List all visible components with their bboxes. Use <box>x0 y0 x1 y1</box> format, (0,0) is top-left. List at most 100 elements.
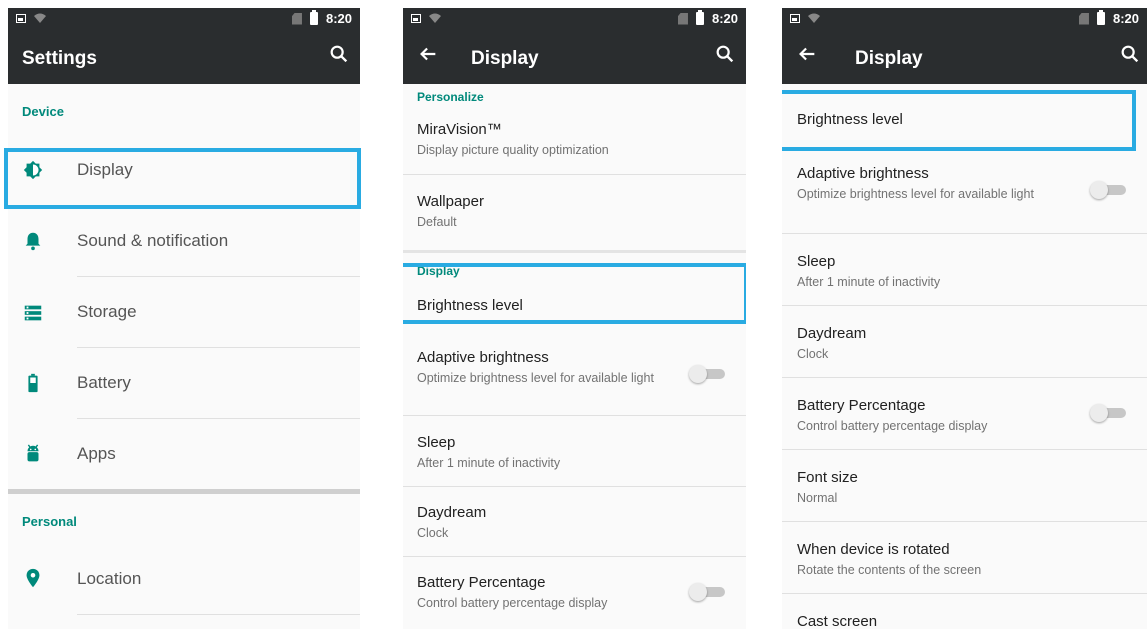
setting-subtitle: Default <box>417 215 457 229</box>
display-settings-screen: 8:20 Display Personalize MiraVision™ Dis… <box>403 8 746 629</box>
settings-item-label: Storage <box>77 302 137 321</box>
highlight-box <box>403 263 746 324</box>
setting-sleep[interactable]: Sleep After 1 minute of inactivity <box>797 253 1127 290</box>
setting-cast-screen[interactable]: Cast screen <box>797 613 1127 629</box>
wifi-icon <box>429 13 441 23</box>
divider <box>782 521 1147 522</box>
settings-item-label: Apps <box>77 444 116 463</box>
setting-title: Daydream <box>417 504 487 521</box>
settings-item-apps[interactable]: Apps <box>8 419 360 489</box>
divider <box>77 614 360 615</box>
settings-screen: 8:20 Settings Device Display Sound & not… <box>8 8 360 629</box>
page-title: Display <box>471 48 539 69</box>
battery-status-icon <box>309 10 318 25</box>
setting-daydream[interactable]: Daydream Clock <box>797 325 1127 362</box>
status-time: 8:20 <box>1112 11 1139 26</box>
setting-title: Battery Percentage <box>797 397 926 414</box>
app-bar: Display <box>403 30 746 84</box>
status-bar: 8:20 <box>403 8 746 30</box>
battery-icon <box>28 373 38 393</box>
settings-item-label: Sound & notification <box>77 231 229 250</box>
location-pin-icon <box>26 568 40 588</box>
battery-percentage-toggle[interactable] <box>689 583 725 601</box>
app-bar: Display <box>782 30 1147 84</box>
setting-miravision[interactable]: MiraVision™ Display picture quality opti… <box>417 121 737 158</box>
settings-item-battery[interactable]: Battery <box>8 348 360 418</box>
storage-icon <box>24 305 42 321</box>
status-bar: 8:20 <box>782 8 1147 30</box>
bell-icon <box>25 232 41 251</box>
back-arrow-icon[interactable] <box>417 43 439 65</box>
battery-percentage-toggle[interactable] <box>1090 404 1126 422</box>
setting-subtitle: Optimize brightness level for available … <box>417 371 654 385</box>
divider <box>403 415 746 416</box>
setting-subtitle: Control battery percentage display <box>797 419 988 433</box>
setting-subtitle: Display picture quality optimization <box>417 143 609 157</box>
setting-title: Adaptive brightness <box>797 165 929 182</box>
status-time: 8:20 <box>325 11 352 26</box>
divider <box>782 233 1147 234</box>
image-notification-icon <box>790 13 800 23</box>
android-icon <box>27 444 39 462</box>
image-notification-icon <box>16 13 26 23</box>
adaptive-brightness-toggle[interactable] <box>1090 181 1126 199</box>
setting-title: When device is rotated <box>797 541 950 558</box>
section-header-device: Device <box>22 104 64 119</box>
settings-item-sound[interactable]: Sound & notification <box>8 207 360 276</box>
setting-subtitle: After 1 minute of inactivity <box>797 275 941 289</box>
no-sim-icon <box>677 12 688 25</box>
setting-adaptive-brightness[interactable]: Adaptive brightness Optimize brightness … <box>797 165 1057 202</box>
setting-subtitle: Normal <box>797 491 838 505</box>
search-icon[interactable] <box>714 43 736 65</box>
section-header-personalize: Personalize <box>417 90 484 104</box>
settings-item-storage[interactable]: Storage <box>8 277 360 347</box>
section-header-personal: Personal <box>22 514 77 529</box>
setting-title: Font size <box>797 469 858 486</box>
divider <box>403 174 746 175</box>
search-icon[interactable] <box>328 43 350 65</box>
setting-wallpaper[interactable]: Wallpaper Default <box>417 193 737 230</box>
setting-adaptive-brightness[interactable]: Adaptive brightness Optimize brightness … <box>417 349 677 386</box>
wifi-icon <box>34 13 46 23</box>
setting-title: Daydream <box>797 325 867 342</box>
settings-item-label: Location <box>77 569 142 588</box>
highlight-box <box>782 90 1136 151</box>
page-title: Settings <box>22 48 97 69</box>
status-time: 8:20 <box>711 11 738 26</box>
setting-title: MiraVision™ <box>417 121 502 138</box>
setting-title: Battery Percentage <box>417 574 546 591</box>
setting-subtitle: Rotate the contents of the screen <box>797 563 982 577</box>
status-bar: 8:20 <box>8 8 360 30</box>
setting-subtitle: Clock <box>417 526 449 540</box>
section-separator <box>8 489 360 494</box>
setting-title: Adaptive brightness <box>417 349 549 366</box>
battery-status-icon <box>695 10 704 25</box>
wifi-icon <box>808 13 820 23</box>
page-title: Display <box>855 48 923 69</box>
app-bar: Settings <box>8 30 360 84</box>
setting-device-rotated[interactable]: When device is rotated Rotate the conten… <box>797 541 1127 578</box>
setting-subtitle: Control battery percentage display <box>417 596 608 610</box>
setting-daydream[interactable]: Daydream Clock <box>417 504 737 541</box>
no-sim-icon <box>1078 12 1089 25</box>
setting-battery-percentage[interactable]: Battery Percentage Control battery perce… <box>417 574 677 611</box>
divider <box>782 449 1147 450</box>
highlight-box <box>4 148 361 209</box>
setting-title: Wallpaper <box>417 193 484 210</box>
section-separator <box>403 250 746 253</box>
setting-title: Sleep <box>797 253 836 270</box>
display-settings-scrolled-screen: 8:20 Display Brightness level Adaptive b… <box>782 8 1147 629</box>
divider <box>782 305 1147 306</box>
search-icon[interactable] <box>1119 43 1141 65</box>
setting-battery-percentage[interactable]: Battery Percentage Control battery perce… <box>797 397 1057 434</box>
setting-subtitle: Optimize brightness level for available … <box>797 187 1034 201</box>
no-sim-icon <box>291 12 302 25</box>
setting-font-size[interactable]: Font size Normal <box>797 469 1127 506</box>
back-arrow-icon[interactable] <box>796 43 818 65</box>
setting-title: Cast screen <box>797 613 878 629</box>
divider <box>403 556 746 557</box>
divider <box>782 377 1147 378</box>
setting-sleep[interactable]: Sleep After 1 minute of inactivity <box>417 434 737 471</box>
adaptive-brightness-toggle[interactable] <box>689 365 725 383</box>
settings-item-location[interactable]: Location <box>8 544 360 614</box>
